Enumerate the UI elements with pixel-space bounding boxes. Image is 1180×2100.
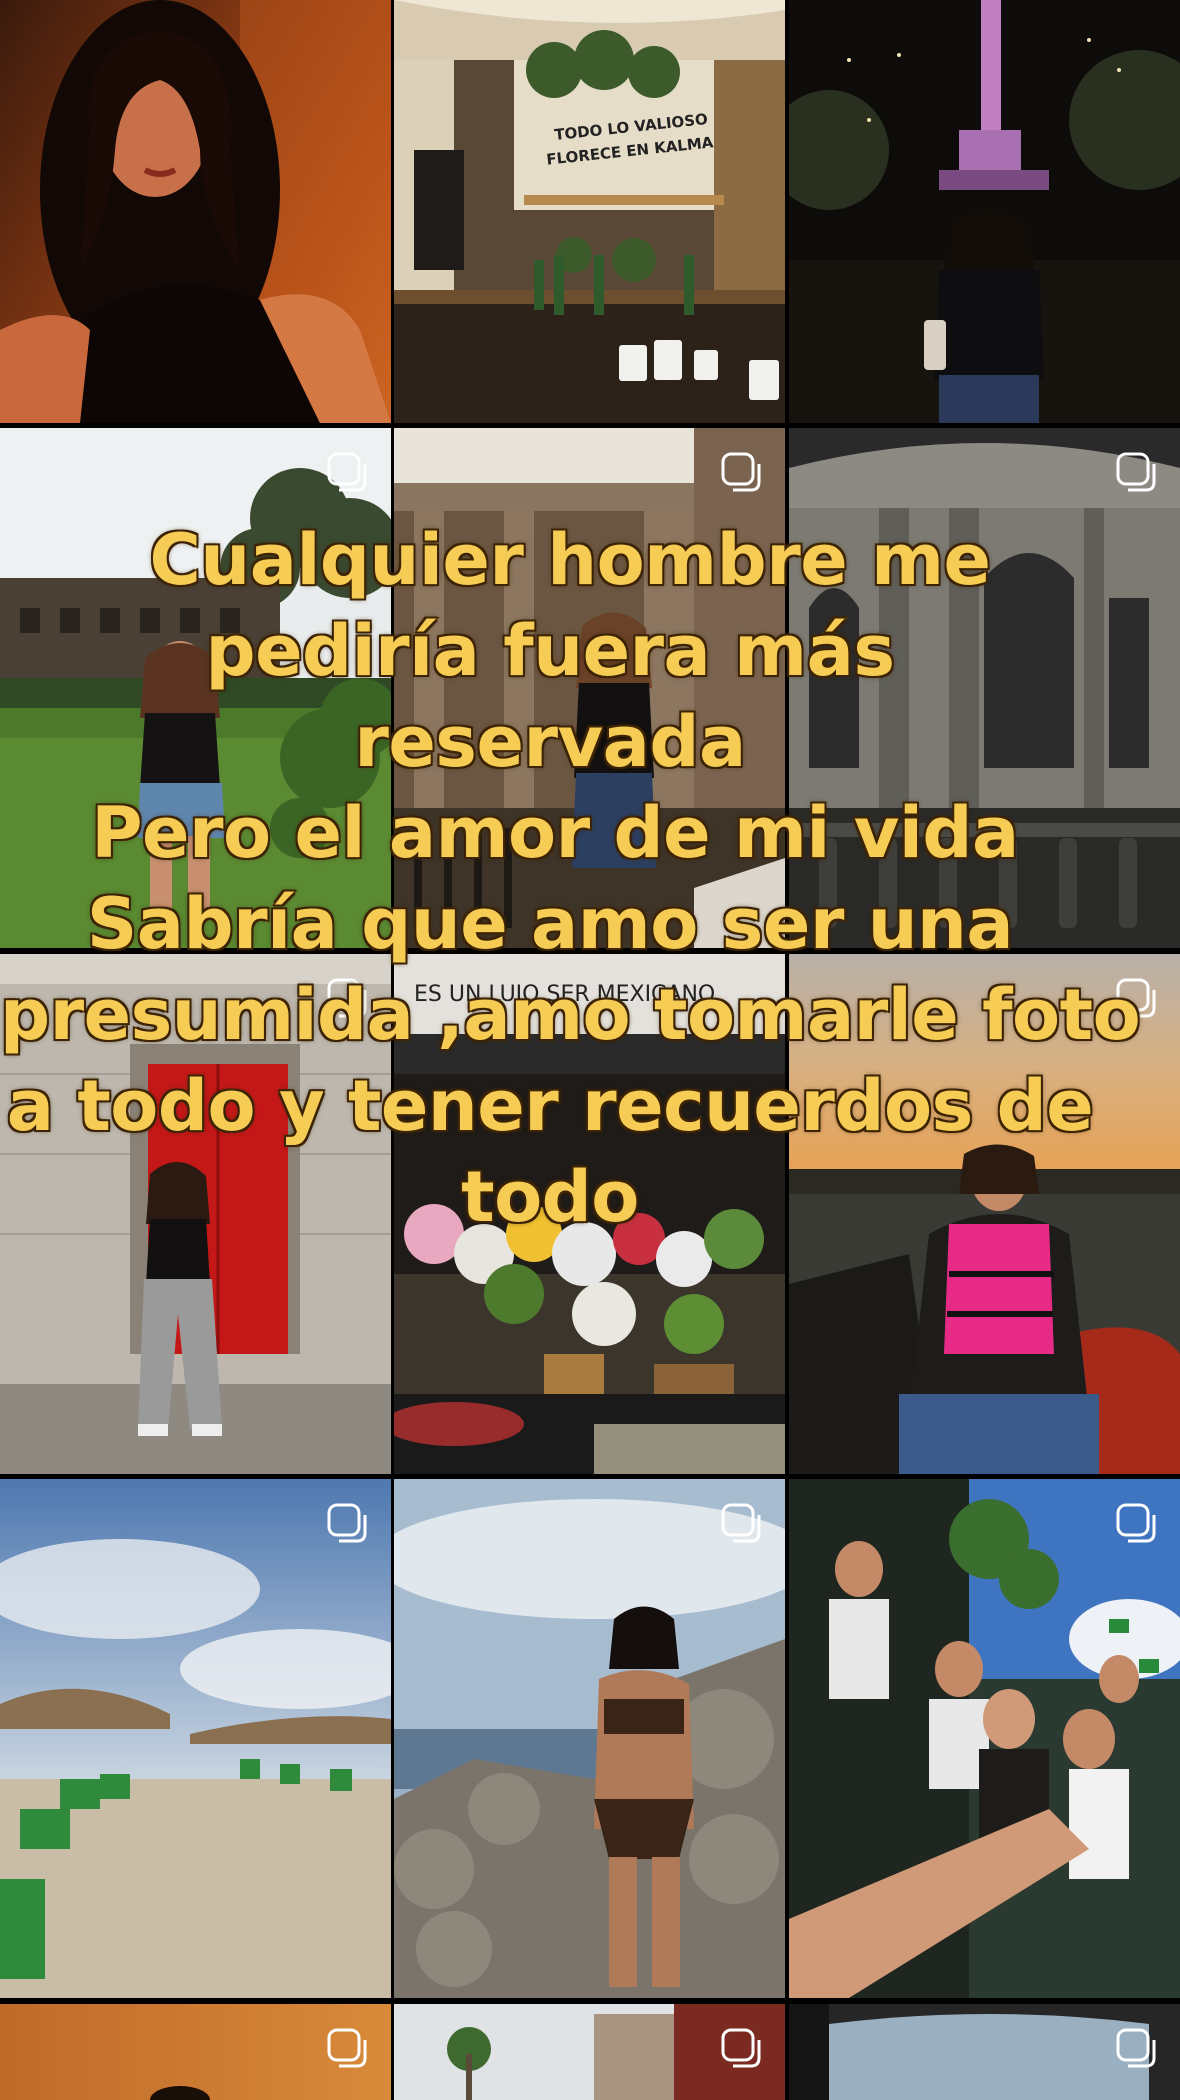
boat-scene [789,954,1180,1474]
carousel-icon [1114,976,1158,1020]
grid-tile-cafe[interactable]: TODO LO VALIOSO FLORECE EN KALMA [394,0,785,423]
colonnade-scene [394,428,785,948]
palace-scene [789,428,1180,948]
grid-tile-palace[interactable] [789,428,1180,948]
rocks-scene [394,1479,785,1998]
carousel-icon [719,2026,763,2070]
carousel-icon [1114,450,1158,494]
photo-grid: TODO LO VALIOSO FLORECE EN KALMA ES UN L… [0,0,1180,2100]
carousel-icon [325,450,369,494]
castle-scene [0,428,391,948]
grid-tile-beach-umbrellas[interactable] [0,1479,391,1998]
grid-tile-flower-market[interactable]: ES UN LUJO SER MEXICANO [394,954,785,1474]
carousel-icon [325,2026,369,2070]
market-sign: ES UN LUJO SER MEXICANO [414,982,716,1007]
carousel-icon [1114,1501,1158,1545]
grid-tile-warm-portrait[interactable] [0,2004,391,2100]
carousel-icon [719,450,763,494]
grid-tile-night-monument[interactable] [789,0,1180,423]
carousel-icon [1114,2026,1158,2070]
grid-tile-boat-sunset[interactable] [789,954,1180,1474]
carousel-icon [719,1501,763,1545]
night-scene [789,0,1180,423]
grid-tile-red-door[interactable] [0,954,391,1474]
portrait-scene [0,0,391,423]
red-door-scene [0,954,391,1474]
grid-tile-stadium[interactable] [789,1479,1180,1998]
grid-tile-car-interior[interactable] [789,2004,1180,2100]
carousel-icon [325,1501,369,1545]
stadium-scene [789,1479,1180,1998]
flower-scene [394,954,785,1474]
grid-tile-castle-lawn[interactable] [0,428,391,948]
grid-tile-portrait[interactable] [0,0,391,423]
grid-tile-beach-rocks[interactable] [394,1479,785,1998]
grid-tile-street-palms[interactable] [394,2004,785,2100]
cafe-scene [394,0,785,423]
grid-tile-colonnade[interactable] [394,428,785,948]
carousel-icon [325,976,369,1020]
beach-scene [0,1479,391,1998]
